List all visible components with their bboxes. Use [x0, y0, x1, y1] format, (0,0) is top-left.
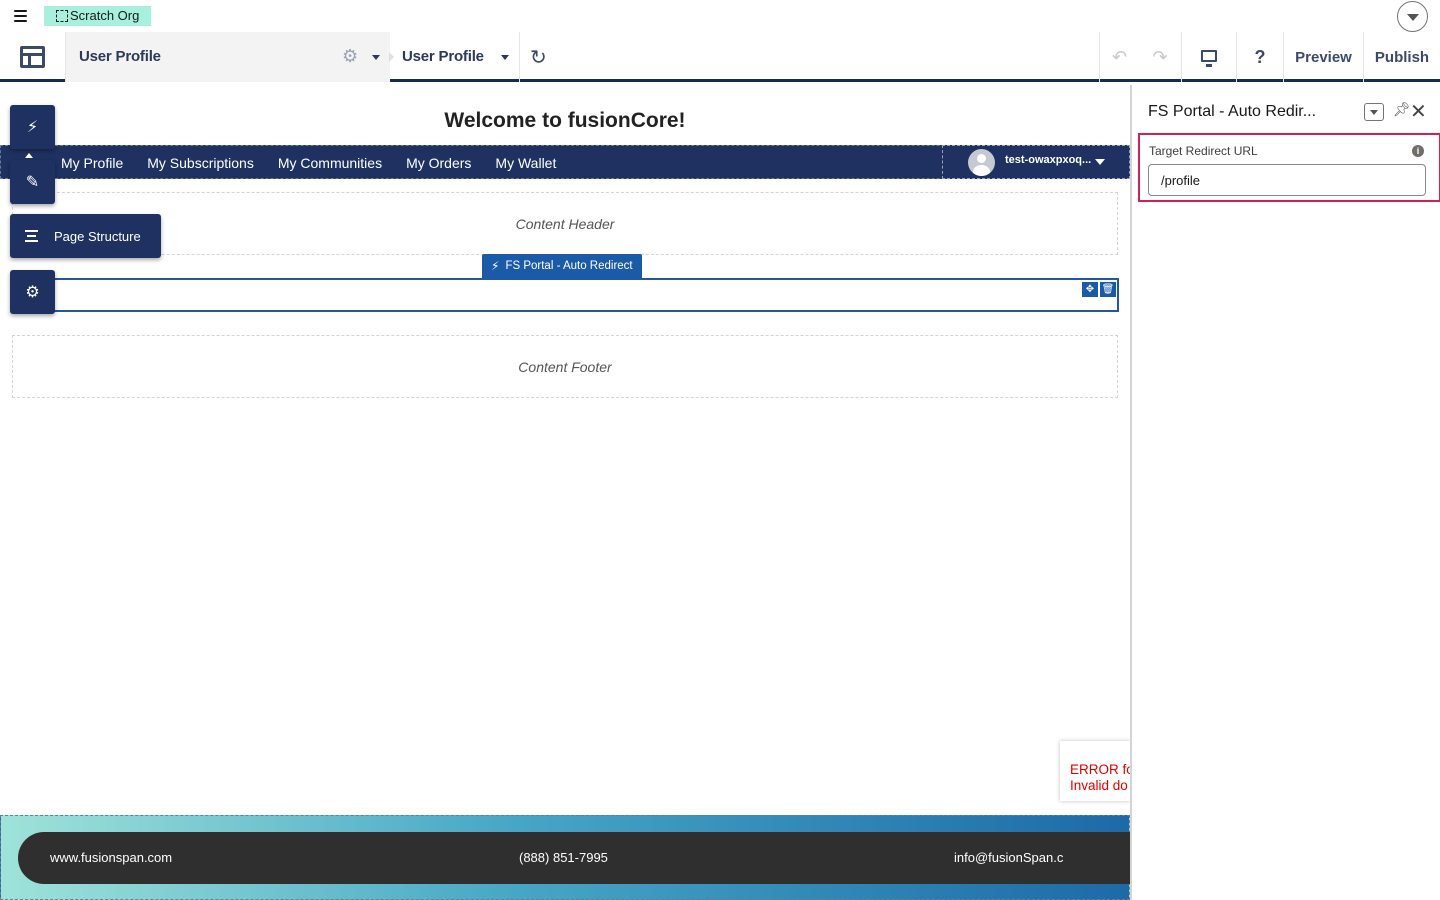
components-tool-button[interactable]: ⚡︎	[10, 105, 55, 149]
target-redirect-url-input[interactable]	[1148, 164, 1426, 196]
preview-button[interactable]: Preview	[1283, 32, 1363, 82]
chevron-down-icon	[1370, 109, 1378, 115]
move-icon[interactable]: ✥	[1082, 282, 1098, 297]
chevron-down-icon	[1406, 14, 1419, 21]
page-canvas: Welcome to fusionCore! My Profile My Sub…	[0, 85, 1131, 900]
page-picker-label: User Profile	[79, 48, 161, 65]
redo-icon: ↷	[1152, 46, 1168, 67]
global-header: Scratch Org	[0, 0, 1440, 32]
page-picker[interactable]: User Profile ⚙	[65, 32, 390, 82]
undo-icon: ↶	[1111, 46, 1128, 67]
info-icon[interactable]: i	[1412, 145, 1424, 157]
variation-picker-label: User Profile	[402, 48, 484, 65]
settings-tool-button[interactable]: ⚙	[10, 270, 55, 314]
layout-icon[interactable]	[20, 46, 45, 68]
nav-item-my-profile[interactable]: My Profile	[61, 155, 123, 171]
help-icon: ?	[1254, 46, 1266, 67]
nav-item-my-subscriptions[interactable]: My Subscriptions	[147, 155, 254, 171]
undo-button[interactable]: ↶	[1099, 32, 1139, 82]
nav-item-my-communities[interactable]: My Communities	[278, 155, 382, 171]
error-popup: ERROR fo Invalid do	[1060, 741, 1130, 801]
nav-item-my-wallet[interactable]: My Wallet	[495, 155, 556, 171]
user-profile-menu[interactable]: test-owaxpxoq...	[942, 145, 1130, 179]
content-footer-region[interactable]: Content Footer	[12, 335, 1118, 398]
desktop-icon	[1201, 49, 1217, 67]
footer-email[interactable]: info@fusionSpan.c	[954, 850, 1063, 865]
property-panel-title: FS Portal - Auto Redir...	[1148, 103, 1317, 120]
publish-button[interactable]: Publish	[1363, 32, 1440, 82]
nav-menu: My Profile My Subscriptions My Communiti…	[61, 146, 580, 180]
help-button[interactable]: ?	[1236, 32, 1283, 82]
page-structure-button[interactable]: Page Structure	[10, 214, 161, 258]
chevron-up-icon	[25, 153, 33, 158]
footer-contact-bar: www.fusionspan.com (888) 851-7995 info@f…	[18, 832, 1131, 884]
target-redirect-url-label: Target Redirect URL	[1149, 144, 1258, 158]
pin-icon[interactable]: 📌︎	[1393, 101, 1411, 118]
footer-website[interactable]: www.fusionspan.com	[50, 850, 172, 865]
caret-down-icon[interactable]	[372, 55, 380, 60]
device-preview-button[interactable]	[1181, 32, 1236, 82]
list-icon	[25, 227, 38, 245]
hamburger-menu-icon[interactable]	[11, 7, 31, 25]
caret-down-icon[interactable]	[501, 55, 509, 60]
property-panel: FS Portal - Auto Redir... 📌︎ ✕ Target Re…	[1130, 85, 1440, 900]
redo-button[interactable]: ↷	[1139, 32, 1181, 82]
caret-down-icon[interactable]	[1095, 159, 1105, 165]
selected-component-tab[interactable]: ⚡︎ FS Portal - Auto Redirect	[482, 254, 642, 278]
avatar	[968, 149, 995, 176]
error-line-1: ERROR fo	[1070, 762, 1130, 777]
selected-component-label: FS Portal - Auto Redirect	[505, 260, 633, 272]
close-icon[interactable]: ✕	[1410, 99, 1427, 124]
trash-icon[interactable]: 🗑︎	[1100, 282, 1116, 297]
scratch-org-badge: Scratch Org	[44, 6, 152, 26]
scratch-org-icon	[56, 10, 68, 22]
footer-phone[interactable]: (888) 851-7995	[519, 850, 608, 865]
user-name: test-owaxpxoq...	[1005, 154, 1092, 166]
page-variation-picker[interactable]: User Profile	[390, 32, 520, 82]
content-header-label: Content Header	[515, 215, 615, 232]
selected-component-box[interactable]: ✥ 🗑︎	[12, 278, 1119, 312]
lightning-bolt-icon: ⚡︎	[491, 259, 500, 273]
setup-menu-button[interactable]	[1397, 1, 1428, 32]
builder-toolbar: User Profile ⚙ User Profile ↻ ↶ ↷ ? Prev…	[0, 32, 1440, 82]
gear-icon[interactable]: ⚙	[342, 46, 358, 67]
refresh-icon[interactable]: ↻	[530, 45, 547, 70]
target-redirect-url-field: Target Redirect URL i	[1138, 133, 1440, 202]
content-footer-label: Content Footer	[518, 358, 612, 375]
error-line-2: Invalid do	[1070, 778, 1128, 793]
theme-tool-button[interactable]: ✎	[10, 160, 55, 204]
lightning-bolt-icon: ⚡︎	[26, 119, 39, 136]
page-structure-label: Page Structure	[54, 228, 141, 244]
gear-icon: ⚙	[25, 284, 40, 301]
welcome-heading: Welcome to fusionCore!	[444, 109, 686, 132]
panel-options-button[interactable]	[1364, 103, 1384, 121]
content-header-region[interactable]: Content Header	[12, 192, 1118, 255]
org-badge-label: Scratch Org	[70, 8, 140, 23]
nav-item-my-orders[interactable]: My Orders	[406, 155, 471, 171]
site-footer[interactable]: www.fusionspan.com (888) 851-7995 info@f…	[0, 815, 1131, 900]
brush-icon: ✎	[25, 174, 40, 191]
